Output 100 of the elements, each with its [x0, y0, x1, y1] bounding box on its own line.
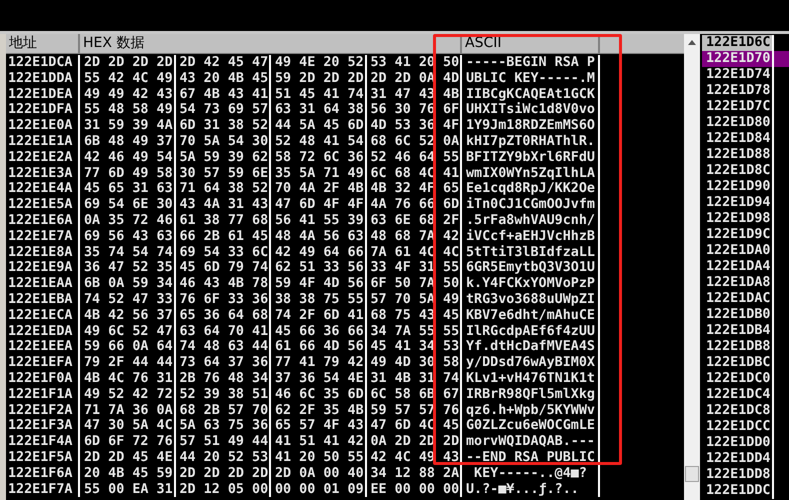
ascii-cell: tRG3vo3688uUWpZI	[462, 292, 600, 308]
hex-cell: 57 51 49 44	[176, 434, 271, 450]
hex-cell: 59 2D 2D 2D	[271, 70, 366, 87]
hex-cell: 5A 63 75 36	[176, 418, 271, 434]
address-cell[interactable]: 122E1DA8	[702, 275, 774, 291]
address-cell: 122E1F7A	[6, 482, 80, 498]
address-cell[interactable]: 122E1DC0	[702, 371, 774, 387]
address-cell[interactable]: 122E1D84	[702, 131, 774, 147]
address-cell[interactable]: 122E1DA0	[702, 243, 774, 259]
address-cell: 122E1E1A	[6, 134, 80, 150]
hex-cell: 65 36 64 68	[176, 308, 271, 324]
address-cell[interactable]: 122E1DC4	[702, 387, 774, 403]
address-cell[interactable]: 122E1D80	[702, 115, 774, 131]
ascii-cell: IlRGcdpAEf6f4zUU	[462, 324, 600, 340]
ascii-cell: -----BEGIN RSA P	[462, 55, 600, 71]
address-cell[interactable]: 122E1DD8	[702, 467, 774, 483]
hex-cell: 44 20 52 53	[176, 450, 271, 466]
address-cell: 122E1EFA	[6, 355, 80, 371]
hex-cell: 58 72 6C 36	[271, 150, 366, 166]
address-cell: 122E1E9A	[6, 260, 80, 276]
hex-cell: 49 49 42 43	[80, 86, 176, 102]
ascii-cell: --END RSA PUBLIC	[462, 450, 600, 466]
selected-row[interactable]: 122E1D70	[702, 51, 789, 67]
hex-cell: 2B 76 48 34	[176, 370, 271, 387]
address-cell[interactable]: 122E1DA4	[702, 259, 774, 275]
hex-cell: 71 64 38 52	[176, 181, 271, 198]
hex-cell: 73 64 37 36	[176, 355, 271, 371]
hex-cell: 41 51 41 42	[271, 434, 366, 450]
hex-cell: 76 6F 33 36	[176, 292, 271, 308]
hex-cell: 65 57 4F 43	[271, 418, 366, 434]
address-cell[interactable]: 122E1DB4	[702, 323, 774, 339]
address-cell[interactable]: 122E1D7C	[702, 99, 774, 115]
hex-cell: 36 47 52 35	[80, 260, 176, 276]
hex-cell: 61 66 4D 56	[271, 339, 366, 356]
address-cell[interactable]: 122E1DAC	[702, 291, 774, 307]
hex-cell: 70 4A 2F 4B	[271, 181, 366, 198]
hex-cell: 54 73 69 57	[176, 102, 271, 118]
hex-cell: 41 20 50 55	[271, 450, 366, 466]
hex-cell: 43 20 4B 45	[176, 70, 271, 87]
hex-cell: 62 51 33 56	[271, 260, 366, 276]
address-cell[interactable]: 122E1D98	[702, 211, 774, 227]
address-cell[interactable]: 122E1DCC	[702, 419, 774, 435]
hex-cell: 79 2F 44 44	[80, 355, 176, 371]
scrollbar[interactable]	[684, 34, 702, 500]
ascii-cell: KLv1+vH476TN1K1t	[462, 370, 600, 387]
hex-cell: 4B 42 56 37	[80, 308, 176, 324]
hex-cell: 35 5A 71 49	[271, 166, 366, 182]
hex-cell: 45 66 36 66	[271, 324, 366, 340]
hex-cell: 38 38 75 55	[271, 292, 366, 308]
hex-cell: 00 00 01 09	[271, 482, 366, 498]
ascii-cell: y/DDsd76wAyBIM0X	[462, 355, 600, 371]
address-cell[interactable]: 122E1DBC	[702, 355, 774, 371]
address-cell[interactable]: 122E1D94	[702, 195, 774, 211]
hex-cell: 46 43 4B 78	[176, 276, 271, 292]
column-header[interactable]: HEX 数据	[80, 34, 462, 53]
hex-cell: 2D 2D 45 4E	[80, 450, 176, 466]
ascii-cell: wmIX0WYn5ZqIlhLA	[462, 166, 600, 182]
address-cell[interactable]: 122E1D90	[702, 179, 774, 195]
address-cell[interactable]: 122E1D70	[702, 51, 774, 67]
ascii-cell: 5tTtiT3lBIdfzaLL	[462, 244, 600, 260]
address-cell[interactable]: 122E1DC8	[702, 403, 774, 419]
address-cell[interactable]: 122E1D78	[702, 83, 774, 99]
address-cell: 122E1E8A	[6, 244, 80, 260]
address-cell[interactable]: 122E1D8C	[702, 163, 774, 179]
hex-cell: 35 74 54 74	[80, 244, 176, 260]
hex-cell: 77 6D 49 58	[80, 166, 176, 182]
hex-cell: 43 4A 31 43	[176, 197, 271, 213]
hex-cell: 59 66 0A 64	[80, 339, 176, 356]
ascii-cell: qz6.h+Wpb/5KYWWv	[462, 402, 600, 418]
address-cell[interactable]: 122E1D88	[702, 147, 774, 163]
ascii-cell: kHI7pZT0RHAThlR.	[462, 134, 600, 150]
column-header[interactable]: 地址	[6, 34, 80, 53]
address-cell[interactable]: 122E1D6C	[702, 35, 774, 51]
hex-cell: 6B 0A 59 34	[80, 276, 176, 292]
hex-cell: 42 46 49 54	[80, 150, 176, 166]
address-cell[interactable]: 122E1DDC	[702, 483, 774, 499]
ascii-cell: iTn0CJ1CGmOOJvfm	[462, 197, 600, 213]
address-cell[interactable]: 122E1D9C	[702, 227, 774, 243]
address-cell[interactable]: 122E1DD4	[702, 451, 774, 467]
hex-cell: 45 65 31 63	[80, 181, 176, 198]
hex-cell: 6B 48 49 37	[80, 134, 176, 150]
address-cell: 122E1DEA	[6, 86, 80, 102]
address-cell: 122E1EDA	[6, 324, 80, 340]
scroll-up-icon[interactable]	[688, 40, 696, 44]
hex-cell: 37 36 54 4E	[271, 370, 366, 387]
column-header[interactable]: ASCII	[462, 34, 600, 53]
ascii-cell: UHXITsiWc1d8V0vo	[462, 102, 600, 118]
hex-cell: 71 7A 36 0A	[80, 402, 176, 418]
address-cell[interactable]: 122E1D74	[702, 67, 774, 83]
hex-cell: 52 39 38 51	[176, 386, 271, 403]
ascii-cell: k.Y4FCKxYOMVoPzP	[462, 276, 600, 292]
address-cell[interactable]: 122E1DB0	[702, 307, 774, 323]
ascii-cell: KEY-----..@4■?	[462, 466, 600, 482]
scroll-thumb[interactable]	[685, 466, 699, 482]
address-cell: 122E1F5A	[6, 450, 80, 466]
hex-cell: 31 4B 31 74	[366, 370, 462, 387]
address-cell[interactable]: 122E1DB8	[702, 339, 774, 355]
address-cell: 122E1F3A	[6, 418, 80, 434]
hex-cell: 66 2B 61 45	[176, 228, 271, 245]
address-cell[interactable]: 122E1DD0	[702, 435, 774, 451]
